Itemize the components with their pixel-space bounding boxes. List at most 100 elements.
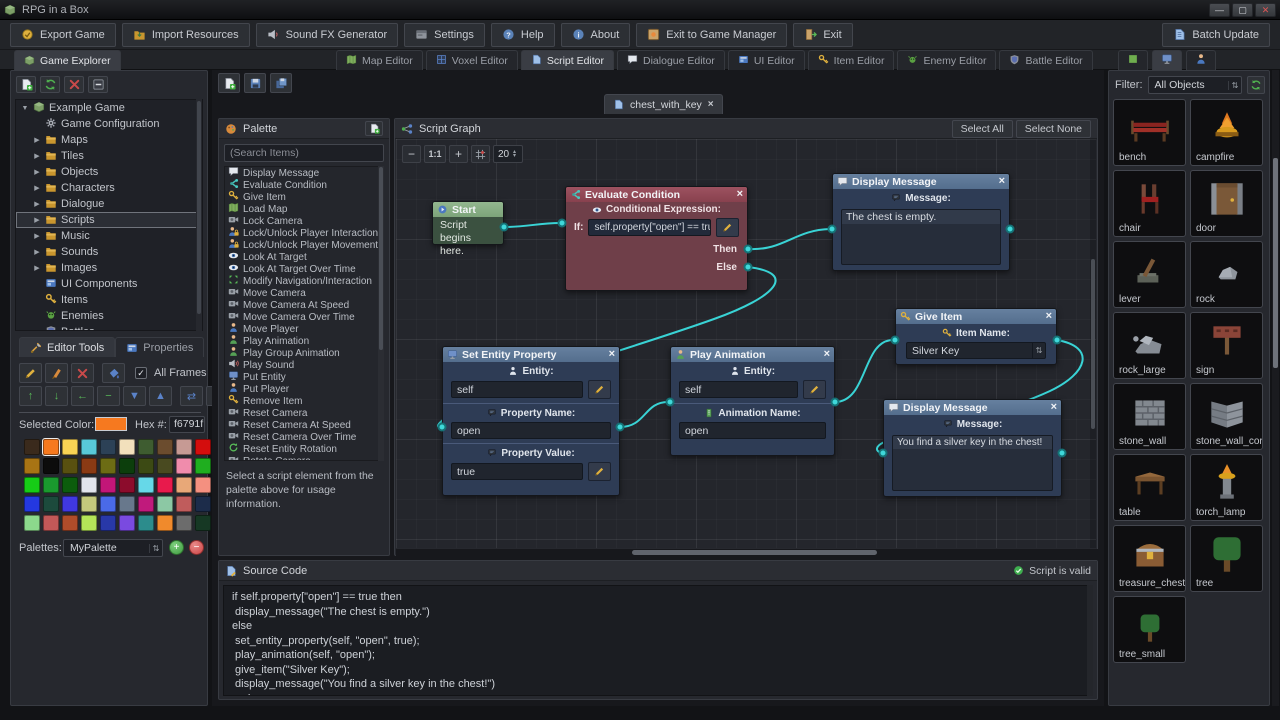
shift-left-button[interactable]: ← [71,386,94,406]
port-playanimation-in[interactable] [666,398,675,407]
object-card-table[interactable]: table [1113,454,1186,521]
palette-color-swatch[interactable] [195,477,211,493]
animation-name-field[interactable]: open [679,422,826,439]
tab-voxel-editor[interactable]: Voxel Editor [426,50,518,70]
port-message2-in[interactable] [879,449,888,458]
palette-item-evaluate-condition[interactable]: Evaluate Condition [225,179,383,191]
menu-button-exit-to-game-manager[interactable]: Exit to Game Manager [636,23,787,47]
palette-color-swatch[interactable] [81,439,97,455]
palette-color-swatch[interactable] [176,458,192,474]
palette-color-swatch[interactable] [62,477,78,493]
port-then-out[interactable] [744,245,753,254]
port-message1-in[interactable] [828,225,837,234]
expand-arrow-icon[interactable]: ▶ [33,248,41,256]
palette-item-put-player[interactable]: Put Player [225,383,383,395]
menu-button-about[interactable]: iAbout [561,23,631,47]
object-card-campfire[interactable]: campfire [1190,99,1263,166]
node-give-item[interactable]: Give Item × Item Name: Silver Key ⇅ [895,308,1057,365]
expand-arrow-icon[interactable]: ▼ [21,105,29,112]
palette-color-swatch[interactable] [119,515,135,531]
node-message2-header[interactable]: Display Message × [884,400,1061,415]
layer-up-button[interactable]: ▲ [149,386,172,406]
tab-objects[interactable] [1152,50,1182,70]
tab-properties[interactable]: Properties [115,337,204,357]
palette-color-swatch[interactable] [138,458,154,474]
node-start-header[interactable]: Start [433,202,503,217]
palette-item-reset-entity-rotation[interactable]: Reset Entity Rotation [225,443,383,455]
palette-item-move-camera-over-time[interactable]: Move Camera Over Time [225,311,383,323]
close-tab-icon[interactable]: × [708,99,714,110]
palette-item-lock-camera[interactable]: Lock Camera [225,215,383,227]
tree-item-scripts[interactable]: ▶Scripts [16,212,202,228]
palette-color-swatch[interactable] [176,439,192,455]
palette-scrollbar[interactable] [378,166,384,461]
tab-characters[interactable] [1186,50,1216,70]
selected-color-swatch[interactable] [95,417,127,431]
close-node-icon[interactable]: × [1051,402,1057,413]
port-message1-out[interactable] [1006,225,1015,234]
palette-color-swatch[interactable] [100,515,116,531]
palette-color-swatch[interactable] [62,515,78,531]
actual-size-button[interactable]: 1:1 [424,145,446,163]
menu-button-import-resources[interactable]: Import Resources [122,23,250,47]
object-card-stone-wall[interactable]: stone_wall [1113,383,1186,450]
palette-color-swatch[interactable] [138,439,154,455]
palette-item-reset-camera-at-speed[interactable]: Reset Camera At Speed [225,419,383,431]
palette-color-swatch[interactable] [24,439,40,455]
tree-item-objects[interactable]: ▶Objects [16,164,202,180]
palette-item-load-map[interactable]: Load Map [225,203,383,215]
port-giveitem-in[interactable] [891,336,900,345]
palette-item-lock-unlock-player-interaction[interactable]: Lock/Unlock Player Interaction [225,227,383,239]
menu-button-sound-fx-generator[interactable]: Sound FX Generator [256,23,399,47]
collapse-button[interactable] [88,76,108,93]
node-display-message-2[interactable]: Display Message × Message: You find a si… [883,399,1062,497]
expand-arrow-icon[interactable]: ▶ [33,168,41,176]
palette-color-swatch[interactable] [24,496,40,512]
tab-tiles[interactable] [1118,50,1148,70]
edit-value-button[interactable] [588,462,611,481]
erase-tool-button[interactable] [71,363,94,383]
expand-arrow-icon[interactable]: ▶ [33,200,41,208]
palette-item-give-item[interactable]: Give Item [225,191,383,203]
grid-size-stepper[interactable]: 20 ▴▾ [493,145,523,163]
palette-color-swatch[interactable] [81,458,97,474]
palette-color-swatch[interactable] [43,515,59,531]
port-evaluate-in[interactable] [558,219,567,228]
filter-select[interactable]: All Objects ⇅ [1148,76,1243,94]
palette-select[interactable]: MyPalette ⇅ [63,539,163,557]
flip-button[interactable]: ⇄ [180,386,203,406]
palette-color-swatch[interactable] [81,477,97,493]
palette-color-swatch[interactable] [157,515,173,531]
edit-expression-button[interactable] [716,218,739,237]
minimize-button[interactable]: — [1209,3,1230,17]
palette-item-modify-navigation-interaction[interactable]: Modify Navigation/Interaction [225,275,383,287]
palette-color-swatch[interactable] [138,515,154,531]
palette-color-swatch[interactable] [43,477,59,493]
node-message1-header[interactable]: Display Message × [833,174,1009,189]
palette-color-swatch[interactable] [81,496,97,512]
palette-header-button[interactable] [365,121,383,136]
all-frames-checkbox[interactable]: ✓ [135,367,147,379]
palette-color-swatch[interactable] [119,496,135,512]
palette-color-swatch[interactable] [43,458,59,474]
property-value-field[interactable]: true [451,463,583,480]
port-start-out[interactable] [500,223,509,232]
node-playanimation-header[interactable]: Play Animation × [671,347,834,362]
palette-color-swatch[interactable] [195,496,211,512]
palette-color-swatch[interactable] [157,496,173,512]
object-card-torch-lamp[interactable]: torch_lamp [1190,454,1263,521]
tree-item-maps[interactable]: ▶Maps [16,132,202,148]
palette-color-swatch[interactable] [100,439,116,455]
item-name-select[interactable]: Silver Key ⇅ [906,342,1046,359]
palette-item-play-group-animation[interactable]: Play Group Animation [225,347,383,359]
object-card-treasure-chest[interactable]: treasure_chest [1113,525,1186,592]
expand-arrow-icon[interactable]: ▶ [33,216,41,224]
search-input[interactable]: (Search Items) [224,144,384,162]
object-card-tree-small[interactable]: tree_small [1113,596,1186,663]
close-node-icon[interactable]: × [737,189,743,200]
palette-color-swatch[interactable] [138,477,154,493]
expand-arrow-icon[interactable]: ▶ [33,264,41,272]
menu-button-batch-update[interactable]: Batch Update [1162,23,1270,47]
save-script-button[interactable] [244,73,266,93]
close-node-icon[interactable]: × [999,176,1005,187]
